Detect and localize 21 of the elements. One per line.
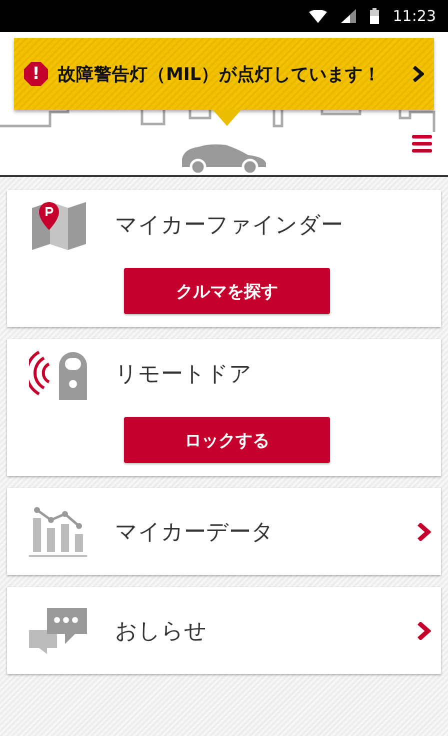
card-title: おしらせ [115,618,208,646]
signal-icon [340,9,356,23]
warning-banner[interactable]: ! 故障警告灯（MIL）が点灯しています！ [14,38,434,110]
warning-text: 故障警告灯（MIL）が点灯しています！ [58,64,382,86]
chat-bubbles-icon [29,606,89,656]
map-pin-icon [30,200,88,250]
chevron-right-icon[interactable] [417,522,431,540]
chevron-right-icon [412,66,424,82]
action-button[interactable]: ロックする [124,417,330,463]
banner-pointer [213,110,241,126]
bar-chart-icon [29,506,89,558]
chevron-right-icon[interactable] [417,622,431,640]
card-title: マイカーファインダー [115,212,344,240]
clock-time: 11:23 [392,7,436,25]
wifi-icon [308,10,327,22]
card-title: リモートドア [115,361,253,389]
remote-lock-icon [29,348,89,400]
battery-icon [370,8,379,24]
warning-icon: ! [24,62,48,86]
action-button[interactable]: クルマを探す [124,268,330,314]
card-title: マイカーデータ [115,518,275,546]
